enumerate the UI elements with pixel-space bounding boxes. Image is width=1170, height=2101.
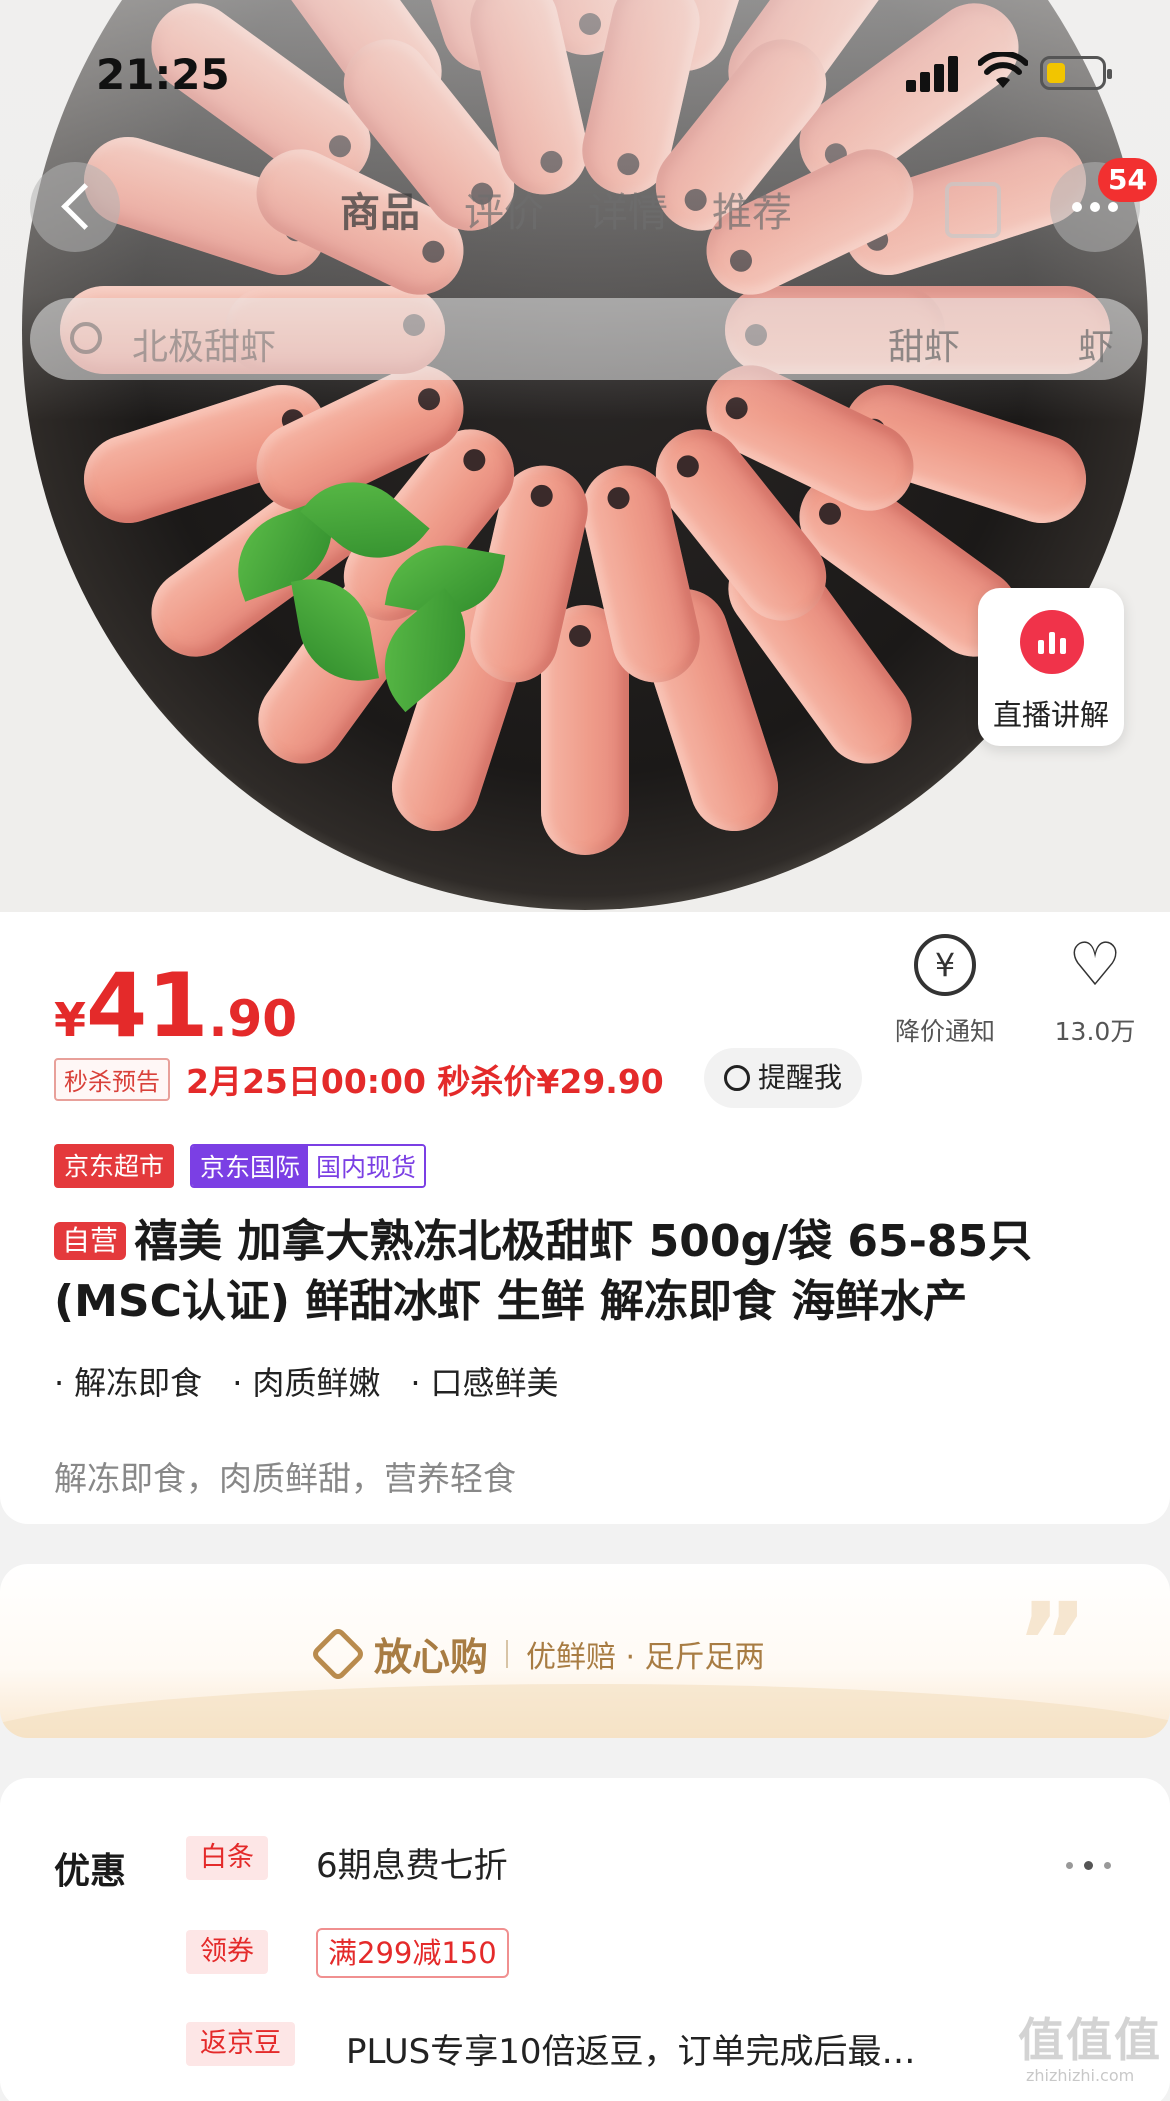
promo-tag-baitiao: 白条 — [186, 1836, 268, 1880]
product-page: 21:25 商品 评价 详情 推荐 54 北极甜虾 甜虾 虾 直播讲解 ¥41.… — [0, 0, 1170, 2101]
selling-point: 口感鲜美 — [410, 1358, 559, 1404]
flash-sale-text: 2月25日00:00 秒杀价¥29.90 — [186, 1062, 664, 1101]
store-tags: 京东超市 京东国际 国内现货 — [54, 1144, 427, 1188]
cellular-signal-icon — [906, 56, 966, 92]
heart-plus-icon: ♡ — [1068, 930, 1122, 1000]
remind-me-button[interactable]: 提醒我 — [704, 1048, 863, 1108]
promo-tag-coupon: 领券 — [186, 1930, 268, 1974]
share-icon[interactable] — [945, 182, 1001, 238]
favorite-button[interactable]: ♡ 13.0万 — [1050, 934, 1140, 1048]
assurance-subtitle: 优鲜赔 · 足斤足两 — [526, 1639, 765, 1675]
product-slogan: 解冻即食，肉质鲜甜，营养轻食 — [54, 1459, 516, 1498]
price-integer: 41 — [86, 954, 209, 1057]
tab-details[interactable]: 详情 — [588, 180, 668, 240]
tab-product[interactable]: 商品 — [340, 180, 420, 240]
promotions-title: 优惠 — [54, 1851, 127, 1892]
quote-mark-icon: ” — [1016, 1579, 1089, 1707]
back-button[interactable] — [30, 162, 120, 252]
search-text: 北极甜虾 — [132, 327, 277, 368]
message-count-badge: 54 — [1098, 158, 1157, 202]
selling-point: 肉质鲜嫩 — [232, 1358, 380, 1404]
promo-text-jingdou: PLUS专享10倍返豆，订单完成后最… — [346, 2032, 916, 2072]
watermark-logo: 值值值 — [1018, 2013, 1162, 2067]
promo-text-baitiao: 6期息费七折 — [316, 1846, 508, 1886]
live-label: 直播讲解 — [992, 698, 1109, 732]
price-decimal: .90 — [208, 990, 298, 1048]
price-drop-notify-button[interactable]: ¥ 降价通知 — [890, 934, 1000, 1048]
self-operated-tag: 自营 — [54, 1222, 127, 1260]
jd-supermarket-tag: 京东超市 — [54, 1144, 175, 1188]
product-title: 自营 禧美 加拿大熟冻北极甜虾 500g/袋 65-85只(MSC认证) 鲜甜冰虾… — [54, 1212, 1124, 1332]
alarm-clock-icon — [724, 1065, 750, 1091]
diamond-heart-icon — [309, 1625, 367, 1682]
tab-reviews[interactable]: 评价 — [464, 180, 544, 240]
remind-label: 提醒我 — [758, 1061, 843, 1094]
yen-bell-icon: ¥ — [914, 934, 976, 996]
divider — [506, 1639, 509, 1668]
status-bar: 21:25 — [0, 0, 1170, 150]
product-title-text: 禧美 加拿大熟冻北极甜虾 500g/袋 65-85只(MSC认证) 鲜甜冰虾 生… — [54, 1216, 1033, 1327]
selling-points: 解冻即食 肉质鲜嫩 口感鲜美 — [54, 1358, 559, 1404]
more-dots-icon[interactable] — [1066, 1860, 1116, 1874]
search-icon — [70, 322, 102, 354]
jd-international-tag: 京东国际 国内现货 — [190, 1144, 427, 1188]
assurance-title: 放心购 — [374, 1635, 489, 1679]
promo-tag-jingdou: 返京豆 — [186, 2022, 295, 2066]
battery-icon — [1040, 56, 1112, 90]
flash-sale-tag: 秒杀预告 — [54, 1057, 170, 1101]
selling-point: 解冻即食 — [54, 1358, 202, 1404]
search-chip-sweet-shrimp[interactable]: 甜虾 — [888, 318, 960, 370]
live-explain-button[interactable]: 直播讲解 — [978, 588, 1124, 746]
search-bar[interactable]: 北极甜虾 — [30, 298, 1142, 380]
coupon-chip[interactable]: 满299减150 — [316, 1928, 509, 1978]
mint-garnish-image — [220, 457, 520, 713]
wifi-icon — [978, 52, 1028, 88]
more-dots-icon — [1072, 202, 1118, 212]
notify-label: 降价通知 — [894, 1017, 995, 1046]
section-tabs: 商品 评价 详情 推荐 — [340, 180, 860, 240]
search-chip-shrimp[interactable]: 虾 — [1078, 318, 1114, 370]
price-currency: ¥ — [54, 993, 87, 1047]
product-info-card: ¥41.90 ¥ 降价通知 ♡ 13.0万 秒杀预告 2月25日00:00 秒杀… — [0, 912, 1170, 1524]
tab-recommend[interactable]: 推荐 — [712, 180, 792, 240]
favorite-count: 13.0万 — [1054, 1017, 1136, 1046]
price: ¥41.90 — [54, 954, 297, 1057]
status-time: 21:25 — [96, 50, 230, 99]
flash-sale-row: 秒杀预告 2月25日00:00 秒杀价¥29.90 — [54, 1050, 664, 1108]
watermark-url: zhizhizhi.com — [1026, 2066, 1135, 2085]
promotions-card[interactable]: 优惠 白条 6期息费七折 领券 满299减150 返京豆 PLUS专享10倍返豆… — [0, 1778, 1170, 2101]
live-icon — [1020, 610, 1084, 674]
assurance-card[interactable]: ” 放心购 优鲜赔 · 足斤足两 — [0, 1564, 1170, 1738]
assurance-row: 放心购 优鲜赔 · 足斤足两 — [309, 1625, 765, 1682]
